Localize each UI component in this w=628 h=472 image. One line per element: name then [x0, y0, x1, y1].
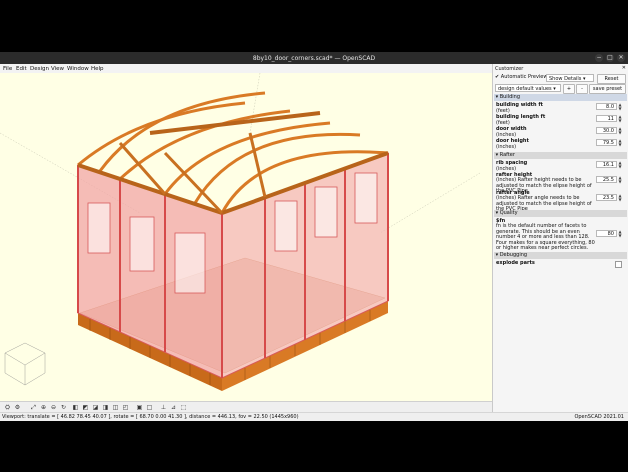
- version-label: OpenSCAD 2021.01: [574, 414, 624, 420]
- spinner-arrows-icon[interactable]: ▲ ▼: [617, 176, 623, 184]
- view-all-icon[interactable]: ⤢: [30, 404, 37, 411]
- automatic-preview-label: Automatic Preview: [500, 74, 548, 80]
- title-bar: 8by10_door_corners.scad* — OpenSCAD − □ …: [0, 52, 628, 64]
- section-quality-label: Quality: [499, 210, 518, 216]
- close-button[interactable]: ✕: [617, 54, 625, 62]
- spinner-arrows-icon[interactable]: ▲ ▼: [617, 230, 623, 238]
- rafter-height-input[interactable]: 25.5: [596, 176, 617, 183]
- preview-icon[interactable]: ⛭: [4, 404, 11, 411]
- door-height-input[interactable]: 79.5: [596, 139, 617, 146]
- menu-bar: File Edit Design View Window Help: [0, 64, 492, 73]
- viewport-status: Viewport: translate = [ 46.82 78.45 40.0…: [2, 414, 299, 420]
- front-view-icon[interactable]: ◫: [112, 404, 119, 411]
- explode-parts-checkbox[interactable]: [615, 261, 622, 268]
- orthogonal-icon[interactable]: □: [146, 404, 153, 411]
- section-building-label: Building: [499, 94, 520, 100]
- customizer-panel: Customizer ✕ ✔ Automatic Preview Show De…: [492, 64, 628, 412]
- window-title: 8by10_door_corners.scad* — OpenSCAD: [252, 55, 376, 62]
- maximize-button[interactable]: □: [606, 54, 614, 62]
- greenhouse-model: [0, 73, 481, 391]
- openscad-window: 8by10_door_corners.scad* — OpenSCAD − □ …: [0, 52, 628, 421]
- top-view-icon[interactable]: ◩: [82, 404, 89, 411]
- menu-help[interactable]: Help: [91, 66, 104, 72]
- fn-input[interactable]: 80: [596, 230, 617, 237]
- param-desc: (inches): [496, 144, 517, 150]
- spinner-arrows-icon[interactable]: ▲ ▼: [617, 139, 623, 147]
- axis-line: [249, 73, 261, 134]
- spinner-arrows-icon[interactable]: ▲ ▼: [617, 194, 623, 202]
- automatic-preview-checkbox[interactable]: ✔ Automatic Preview: [495, 73, 547, 82]
- bottom-view-icon[interactable]: ◪: [92, 404, 99, 411]
- customizer-title: Customizer: [495, 66, 524, 72]
- 3d-viewport[interactable]: [0, 73, 492, 401]
- building-width-input[interactable]: 8.0: [596, 103, 617, 110]
- section-debugging-label: Debugging: [499, 252, 528, 258]
- minimize-button[interactable]: −: [595, 54, 603, 62]
- axis-line: [379, 172, 481, 234]
- menu-design[interactable]: Design: [30, 66, 49, 72]
- menu-view[interactable]: View: [51, 66, 64, 72]
- remove-preset-button[interactable]: -: [576, 84, 588, 94]
- spinner-arrows-icon[interactable]: ▲ ▼: [617, 161, 623, 169]
- reset-view-icon[interactable]: ↻: [60, 404, 67, 411]
- show-edges-icon[interactable]: ⬚: [180, 404, 187, 411]
- status-bar: Viewport: translate = [ 46.82 78.45 40.0…: [0, 412, 628, 421]
- save-preset-button[interactable]: save preset: [589, 84, 626, 94]
- add-preset-button[interactable]: +: [563, 84, 575, 94]
- section-rafter-label: Rafter: [499, 152, 515, 158]
- section-rafter[interactable]: ▾ Rafter: [494, 152, 627, 159]
- perspective-icon[interactable]: ▣: [136, 404, 143, 411]
- building-length-input[interactable]: 11: [596, 115, 617, 122]
- menu-window[interactable]: Window: [67, 66, 89, 72]
- door-width-input[interactable]: 30.0: [596, 127, 617, 134]
- preset-select[interactable]: design default values ▾: [495, 84, 561, 92]
- param-label: explode parts: [496, 260, 535, 266]
- dock-close-icon[interactable]: ✕: [622, 65, 626, 71]
- menu-edit[interactable]: Edit: [16, 66, 27, 72]
- section-debugging[interactable]: ▾ Debugging: [494, 252, 627, 259]
- left-view-icon[interactable]: ◨: [102, 404, 109, 411]
- zoom-out-icon[interactable]: ⊖: [50, 404, 57, 411]
- spinner-arrows-icon[interactable]: ▲ ▼: [617, 115, 623, 123]
- render-icon[interactable]: ⚙: [14, 404, 21, 411]
- zoom-in-icon[interactable]: ⊕: [40, 404, 47, 411]
- spinner-arrows-icon[interactable]: ▲ ▼: [617, 127, 623, 135]
- reset-button[interactable]: Reset: [597, 74, 626, 84]
- menu-file[interactable]: File: [3, 66, 12, 72]
- right-view-icon[interactable]: ◧: [72, 404, 79, 411]
- rafter-angle-input[interactable]: 23.5: [596, 194, 617, 201]
- show-details-label: Show Details: [549, 76, 582, 82]
- preset-label: design default values: [498, 86, 552, 92]
- spinner-arrows-icon[interactable]: ▲ ▼: [617, 103, 623, 111]
- show-axes-icon[interactable]: ⊥: [160, 404, 167, 411]
- show-details-select[interactable]: Show Details ▾: [546, 74, 594, 82]
- show-scale-icon[interactable]: ⊿: [170, 404, 177, 411]
- param-desc: fn is the default number of facets to ge…: [496, 223, 595, 252]
- section-building[interactable]: ▾ Building: [494, 94, 627, 101]
- axes-gizmo: [4, 342, 46, 386]
- section-quality[interactable]: ▾ Quality: [494, 210, 627, 217]
- rib-spacing-input[interactable]: 16.1: [596, 161, 617, 168]
- back-view-icon[interactable]: ◰: [122, 404, 129, 411]
